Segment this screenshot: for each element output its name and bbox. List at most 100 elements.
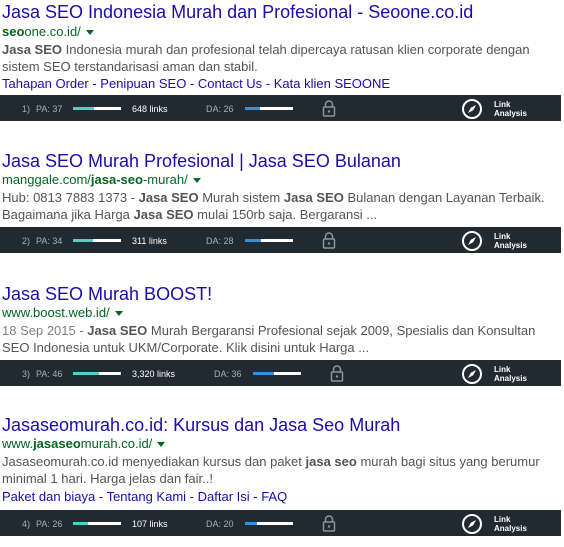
lock-icon[interactable] <box>322 232 336 251</box>
result-title[interactable]: Jasaseomurah.co.id: Kursus dan Jasa Seo … <box>2 414 400 436</box>
result-url[interactable]: www.jasaseomurah.co.id/ <box>2 436 166 452</box>
link-analysis-label: Link <box>494 365 511 374</box>
snippet-text: Jasaseomurah.co.id menyediakan kursus da… <box>2 454 306 469</box>
result-number: 1) <box>22 104 31 114</box>
pa-label: PA: 46 <box>36 369 63 379</box>
pa-meter <box>73 522 121 525</box>
sitelink[interactable]: Paket dan biaya <box>2 489 95 504</box>
links-count[interactable]: 107 links <box>132 519 168 529</box>
dropdown-arrow-icon[interactable] <box>157 442 166 448</box>
dropdown-arrow-icon[interactable] <box>192 178 201 184</box>
pa-meter <box>73 239 121 242</box>
link-analysis-label: Link <box>494 515 511 524</box>
result-url[interactable]: seoone.co.id/ <box>2 24 94 40</box>
metrics-bar: 3) PA: 46 3,320 links DA: 36 Link Analysis <box>0 360 561 386</box>
pa-label: PA: 37 <box>36 104 63 114</box>
compass-icon[interactable] <box>461 363 483 387</box>
da-label: DA: 20 <box>206 519 234 529</box>
sitelink-separator: - <box>88 76 101 91</box>
snippet-text: mulai 150rb saja. Bergaransi ... <box>193 207 378 222</box>
result-title[interactable]: Jasa SEO Indonesia Murah dan Profesional… <box>2 1 473 23</box>
snippet-text: Jasa SEO <box>283 190 344 205</box>
result-snippet: Hub: 0813 7883 1373 - Jasa SEO Murah sis… <box>2 189 547 223</box>
sitelink-separator: - <box>262 76 274 91</box>
pa-meter-fill <box>73 372 100 375</box>
pa-meter-fill <box>73 522 88 525</box>
links-count[interactable]: 648 links <box>132 104 168 114</box>
sitelink[interactable]: FAQ <box>261 489 287 504</box>
da-label: DA: 28 <box>206 236 234 246</box>
link-analysis-label: Link <box>494 100 511 109</box>
links-count[interactable]: 3,320 links <box>132 369 175 379</box>
result-snippet: 18 Sep 2015 - Jasa SEO Murah Bergaransi … <box>2 322 547 356</box>
dropdown-arrow-icon[interactable] <box>114 311 123 317</box>
result-url[interactable]: www.boost.web.id/ <box>2 305 123 321</box>
da-meter <box>253 372 301 375</box>
link-analysis-label: Analysis <box>494 241 527 250</box>
link-analysis-button[interactable]: Link Analysis <box>494 100 527 118</box>
link-analysis-button[interactable]: Link Analysis <box>494 515 527 533</box>
sitelink[interactable]: Contact Us <box>198 76 262 91</box>
link-analysis-label: Analysis <box>494 109 527 118</box>
sitelink-separator: - <box>186 76 198 91</box>
result-sitelinks: Tahapan Order - Penipuan SEO - Contact U… <box>2 75 390 92</box>
result-number: 4) <box>22 519 31 529</box>
snippet-text: Murah sistem <box>198 190 284 205</box>
pa-meter-fill <box>73 107 95 110</box>
result-number: 3) <box>22 369 31 379</box>
link-analysis-label: Link <box>494 232 511 241</box>
snippet-text: Jasa SEO <box>87 323 148 338</box>
link-analysis-label: Analysis <box>494 524 527 533</box>
compass-icon[interactable] <box>461 513 483 537</box>
snippet-text: jasa seo <box>305 454 357 469</box>
result-snippet: Jasa SEO Indonesia murah dan profesional… <box>2 41 547 75</box>
sitelink-separator: - <box>249 489 262 504</box>
result-number: 2) <box>22 236 31 246</box>
lock-icon[interactable] <box>322 515 336 534</box>
sitelink[interactable]: Tentang Kami <box>107 489 187 504</box>
snippet-text: Hub: 0813 7883 1373 - <box>2 190 139 205</box>
pa-label: PA: 26 <box>36 519 63 529</box>
pa-label: PA: 34 <box>36 236 63 246</box>
snippet-text: Jasa <box>2 42 35 57</box>
da-meter <box>245 522 293 525</box>
pa-meter <box>73 107 121 110</box>
sitelink[interactable]: Kata klien SEOONE <box>274 76 390 91</box>
link-analysis-button[interactable]: Link Analysis <box>494 365 527 383</box>
snippet-text: Indonesia murah dan profesional telah di… <box>2 42 530 74</box>
result-title[interactable]: Jasa SEO Murah Profesional | Jasa SEO Bu… <box>2 150 401 172</box>
pa-meter-fill <box>73 239 93 242</box>
da-label: DA: 26 <box>206 104 234 114</box>
sitelink[interactable]: Penipuan SEO <box>100 76 186 91</box>
snippet-text: Jasa SEO <box>133 207 194 222</box>
lock-icon[interactable] <box>330 365 344 384</box>
da-meter-fill <box>245 239 262 242</box>
snippet-text: SEO <box>34 42 63 57</box>
da-meter <box>245 239 293 242</box>
metrics-bar: 1) PA: 37 648 links DA: 26 Link Analysis <box>0 95 561 121</box>
da-label: DA: 36 <box>214 369 242 379</box>
sitelink[interactable]: Daftar Isi <box>198 489 250 504</box>
dropdown-arrow-icon[interactable] <box>85 30 94 36</box>
sitelink[interactable]: Tahapan Order <box>2 76 89 91</box>
da-meter-fill <box>253 372 274 375</box>
snippet-text: Jasa SEO <box>138 190 199 205</box>
da-meter-fill <box>245 107 260 110</box>
metrics-bar: 2) PA: 34 311 links DA: 28 Link Analysis <box>0 227 561 253</box>
compass-icon[interactable] <box>461 230 483 254</box>
compass-icon[interactable] <box>461 98 483 122</box>
result-date: 18 Sep 2015 - <box>2 323 88 338</box>
metrics-bar: 4) PA: 26 107 links DA: 20 Link Analysis <box>0 510 561 536</box>
da-meter <box>245 107 293 110</box>
result-url[interactable]: manggale.com/jasa-seo-murah/ <box>2 172 201 188</box>
lock-icon[interactable] <box>322 100 336 119</box>
sitelink-separator: - <box>186 489 198 504</box>
link-analysis-label: Analysis <box>494 374 527 383</box>
links-count[interactable]: 311 links <box>132 236 167 246</box>
link-analysis-button[interactable]: Link Analysis <box>494 232 527 250</box>
result-snippet: Jasaseomurah.co.id menyediakan kursus da… <box>2 453 547 487</box>
result-sitelinks: Paket dan biaya - Tentang Kami - Daftar … <box>2 488 287 505</box>
result-title[interactable]: Jasa SEO Murah BOOST! <box>2 283 212 305</box>
da-meter-fill <box>245 522 257 525</box>
pa-meter <box>73 372 121 375</box>
